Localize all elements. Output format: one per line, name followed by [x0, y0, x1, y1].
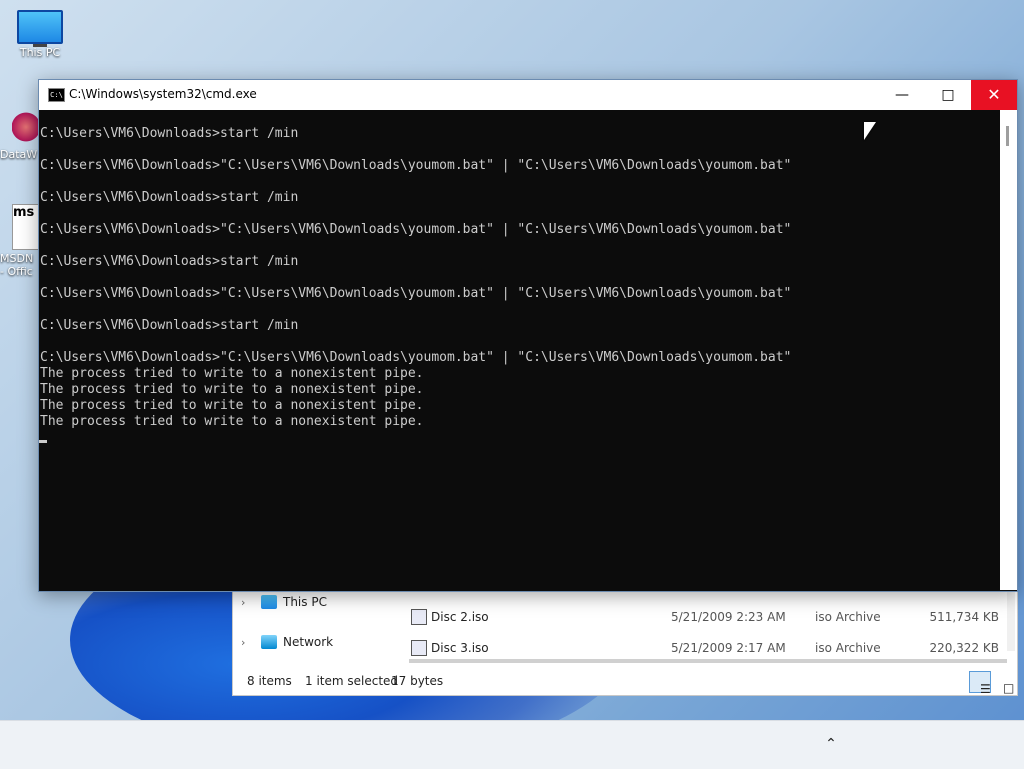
status-item-count: 8 items [247, 674, 292, 688]
desktop-icon-dataw[interactable]: DataW [0, 108, 40, 161]
file-date: 5/21/2009 2:17 AM [671, 641, 786, 655]
close-icon: ✕ [987, 85, 1001, 104]
console-line: C:\Users\VM6\Downloads>"C:\Users\VM6\Dow… [40, 222, 792, 237]
minimize-button[interactable]: — [879, 80, 925, 110]
console-line: C:\Users\VM6\Downloads>"C:\Users\VM6\Dow… [40, 158, 792, 173]
console-line: The process tried to write to a nonexist… [40, 366, 424, 381]
nav-item-label: Network [283, 635, 334, 649]
file-row[interactable]: Disc 3.iso 5/21/2009 2:17 AM iso Archive… [411, 638, 1003, 658]
iso-file-icon [411, 640, 427, 656]
computer-icon [261, 595, 277, 609]
text-cursor [39, 440, 47, 443]
maximize-icon: □ [941, 87, 955, 103]
console-line: C:\Users\VM6\Downloads>start /min [40, 126, 299, 141]
app-shortcut-icon [12, 108, 40, 146]
desktop-icon-this-pc[interactable]: This PC [8, 10, 72, 59]
console-line: C:\Users\VM6\Downloads>start /min [40, 254, 299, 269]
file-name: Disc 2.iso [431, 610, 489, 624]
title-bar[interactable]: C:\ C:\Windows\system32\cmd.exe — □ ✕ [39, 80, 1017, 110]
large-icons-view-button[interactable]: □ [993, 671, 1014, 695]
desktop-icon-label: MSDN [0, 252, 34, 265]
computer-icon [17, 10, 63, 47]
taskbar: ⌃ [0, 720, 1024, 769]
desktop-icon-label: DataW [0, 148, 38, 161]
close-button[interactable]: ✕ [971, 80, 1017, 110]
chevron-right-icon[interactable]: › [241, 596, 255, 609]
network-icon [261, 635, 277, 649]
file-date: 5/21/2009 2:23 AM [671, 610, 786, 624]
nav-item-label: This PC [283, 595, 327, 609]
console-line: The process tried to write to a nonexist… [40, 414, 424, 429]
scrollbar-thumb[interactable] [1006, 126, 1009, 146]
nav-item-network[interactable]: › Network [241, 635, 333, 649]
details-view-button[interactable]: ☰ [969, 671, 991, 696]
vertical-scrollbar[interactable] [1007, 591, 1015, 651]
iso-file-icon [411, 609, 427, 625]
console-lines: C:\Users\VM6\Downloads>start /min C:\User… [39, 110, 999, 430]
horizontal-scrollbar[interactable] [409, 659, 1007, 663]
status-selection: 1 item selected [305, 674, 399, 688]
window-title: C:\Windows\system32\cmd.exe [69, 87, 257, 101]
console-line: C:\Users\VM6\Downloads>"C:\Users\VM6\Dow… [40, 350, 792, 365]
msdn-badge: ms [13, 205, 35, 220]
console-line: C:\Users\VM6\Downloads>"C:\Users\VM6\Dow… [40, 286, 792, 301]
console-output[interactable]: C:\Users\VM6\Downloads>start /min C:\User… [39, 110, 999, 590]
details-view-icon: ☰ [980, 682, 991, 696]
file-size: 220,322 KB [929, 641, 999, 655]
status-size: 17 bytes [391, 674, 444, 688]
minimize-icon: — [895, 87, 909, 103]
chevron-up-icon[interactable]: ⌃ [820, 733, 842, 755]
status-bar: 8 items 1 item selected 17 bytes ☰ □ [233, 667, 1017, 696]
vertical-scrollbar[interactable] [1000, 110, 1017, 590]
console-line: The process tried to write to a nonexist… [40, 398, 424, 413]
cmd-window[interactable]: C:\ C:\Windows\system32\cmd.exe — □ ✕ C:… [38, 79, 1018, 592]
file-type: iso Archive [815, 610, 881, 624]
console-line: C:\Users\VM6\Downloads>start /min [40, 318, 299, 333]
nav-item-this-pc[interactable]: › This PC [241, 595, 327, 609]
maximize-button[interactable]: □ [925, 80, 971, 110]
file-type: iso Archive [815, 641, 881, 655]
cmd-app-icon: C:\ [48, 88, 65, 102]
desktop-icon-label-line2: - Offic [0, 265, 33, 278]
file-row[interactable]: Disc 2.iso 5/21/2009 2:23 AM iso Archive… [411, 607, 1003, 627]
desktop-icon-label: This PC [19, 46, 61, 59]
desktop-icon-msdn[interactable]: ms MSDN - Offic [0, 204, 44, 278]
chevron-right-icon[interactable]: › [241, 636, 255, 649]
console-line: The process tried to write to a nonexist… [40, 382, 424, 397]
file-name: Disc 3.iso [431, 641, 489, 655]
console-line: C:\Users\VM6\Downloads>start /min [40, 190, 299, 205]
large-icons-view-icon: □ [1003, 681, 1015, 695]
mouse-pointer-icon [864, 122, 876, 140]
file-size: 511,734 KB [929, 610, 999, 624]
